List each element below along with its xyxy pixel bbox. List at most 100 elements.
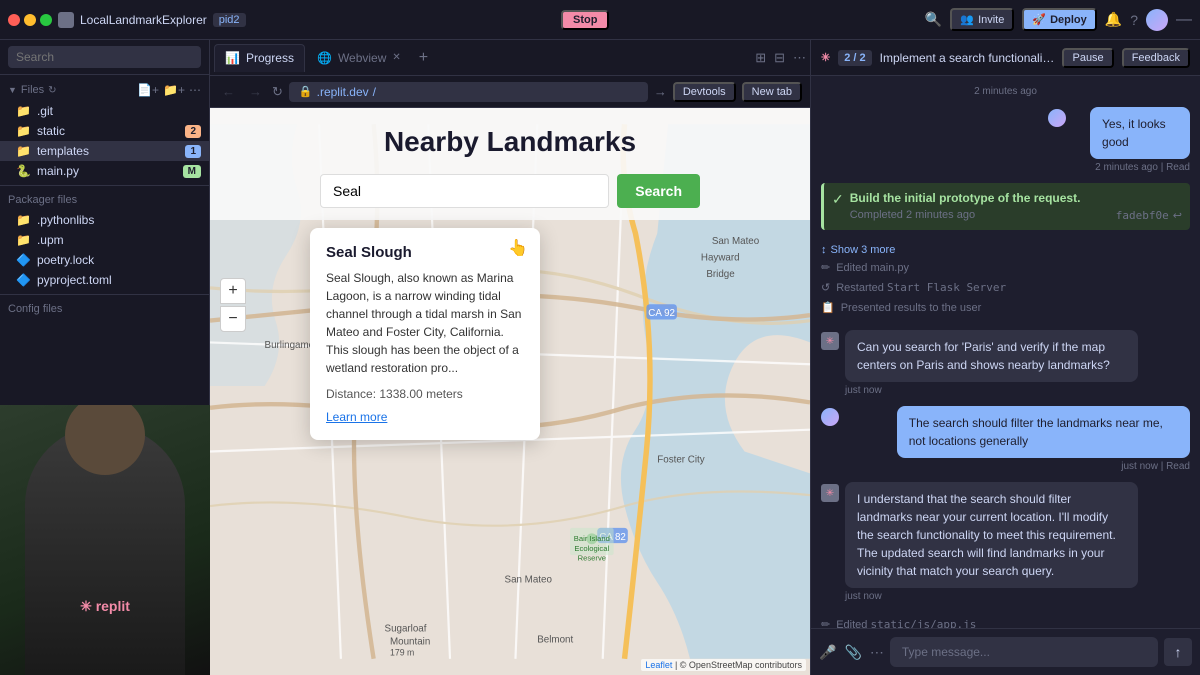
config-section: Config files — [0, 294, 209, 323]
popup-distance: Distance: 1338.00 meters — [326, 387, 524, 401]
action-item: ↺ Restarted Start Flask Server — [821, 279, 1190, 296]
minimize-btn[interactable] — [24, 14, 36, 26]
chat-meta: just now | Read — [1121, 461, 1190, 472]
leaflet-link[interactable]: Leaflet — [645, 660, 672, 670]
refresh-icon: ↻ — [48, 85, 56, 96]
svg-text:179 m: 179 m — [390, 648, 414, 658]
ai-avatar: ✳ — [821, 484, 839, 502]
file-item-upm[interactable]: 📁 .upm — [0, 230, 209, 250]
more-icon[interactable]: ⋯ — [870, 644, 884, 661]
svg-text:Mountain: Mountain — [390, 637, 430, 648]
pause-button[interactable]: Pause — [1062, 48, 1113, 68]
search-input[interactable] — [8, 46, 201, 68]
zoom-in-button[interactable]: + — [220, 278, 246, 304]
add-tab-icon[interactable]: + — [413, 49, 434, 67]
success-meta: Completed 2 minutes ago fadebf0e ↩ — [850, 209, 1182, 222]
file-name: .upm — [37, 233, 64, 247]
expand-icon: ↕ — [821, 244, 827, 256]
zoom-out-button[interactable]: − — [220, 306, 246, 332]
edit-icon: ✏ — [821, 261, 830, 274]
chat-row: The search should filter the landmarks n… — [821, 406, 1190, 472]
lock-icon: 🔷 — [16, 253, 31, 267]
maximize-btn[interactable] — [40, 14, 52, 26]
feedback-button[interactable]: Feedback — [1122, 48, 1190, 68]
stop-button[interactable]: Stop — [561, 10, 609, 30]
folder-icon: 📁 — [16, 144, 31, 158]
forward-button[interactable]: → — [245, 82, 266, 101]
svg-text:Bridge: Bridge — [706, 269, 735, 280]
file-item-git[interactable]: 📁 .git — [0, 101, 209, 121]
search-button[interactable]: Search — [617, 174, 700, 208]
avatar[interactable] — [1146, 9, 1168, 31]
replit-mini-icon: ✳ — [826, 336, 834, 347]
show-more-button[interactable]: ↕ Show 3 more — [821, 244, 1190, 256]
landmark-search-input[interactable] — [320, 174, 609, 208]
tab-webview[interactable]: 🌐 Webview ✕ — [307, 44, 411, 72]
svg-text:Belmont: Belmont — [537, 634, 573, 645]
undo-icon[interactable]: ↩ — [1173, 209, 1182, 222]
main-layout: ▼ Files ↻ 📄+ 📁+ ⋯ 📁 .git 📁 static 2 — [0, 40, 1200, 675]
file-item-templates[interactable]: 📁 templates 1 — [0, 141, 209, 161]
task-counter: 2 / 2 — [838, 50, 871, 66]
window-minimize-icon[interactable]: — — [1176, 11, 1192, 29]
files-header: ▼ Files ↻ 📄+ 📁+ ⋯ — [0, 79, 209, 101]
tabs-bar-icons: ⊞ ⊟ ⋯ — [755, 50, 806, 66]
add-folder-icon[interactable]: 📁+ — [163, 83, 185, 97]
toml-icon: 🔷 — [16, 273, 31, 287]
deploy-button[interactable]: 🚀 Deploy — [1022, 8, 1096, 31]
send-button[interactable]: ↑ — [1164, 638, 1192, 666]
layout-icon[interactable]: ⊟ — [774, 50, 785, 66]
replit-logo: ✳ replit — [80, 598, 130, 615]
tabs-bar: 📊 Progress 🌐 Webview ✕ + ⊞ ⊟ ⋯ — [210, 40, 810, 76]
osm-attribution: © OpenStreetMap contributors — [680, 660, 802, 670]
file-name: static — [37, 124, 65, 138]
more-icon[interactable]: ⋯ — [189, 83, 201, 97]
close-icon[interactable]: ✕ — [392, 52, 400, 63]
file-item-pyproject[interactable]: 🔷 pyproject.toml — [0, 270, 209, 290]
success-block: ✓ Build the initial prototype of the req… — [821, 183, 1190, 230]
tab-label: Webview — [338, 51, 386, 65]
svg-text:San Mateo: San Mateo — [712, 236, 760, 247]
notification-icon[interactable]: 🔔 — [1105, 11, 1122, 28]
file-name: .pythonlibs — [37, 213, 94, 227]
search-row: Search — [320, 174, 700, 208]
search-icon[interactable]: 🔍 — [925, 11, 942, 28]
more-icon[interactable]: ⋯ — [793, 50, 806, 66]
app-title: LocalLandmarkExplorer — [80, 13, 207, 27]
actions-block: ↕ Show 3 more ✏ Edited main.py ↺ Restart… — [821, 240, 1190, 320]
chat-input[interactable] — [890, 637, 1158, 667]
file-item-mainpy[interactable]: 🐍 main.py M — [0, 161, 209, 181]
forward-icon[interactable]: → — [654, 84, 667, 99]
popup-close-button[interactable]: 👆 — [508, 238, 528, 258]
invite-button[interactable]: 👥 Invite — [950, 8, 1014, 31]
refresh-button[interactable]: ↻ — [272, 84, 283, 100]
config-label: Config files — [0, 299, 209, 319]
success-title: Build the initial prototype of the reque… — [850, 191, 1182, 205]
url-bar[interactable]: 🔒 .replit.dev / — [289, 82, 648, 102]
ai-message: I understand that the search should filt… — [845, 482, 1138, 588]
file-item-pythonlibs[interactable]: 📁 .pythonlibs — [0, 210, 209, 230]
mic-icon[interactable]: 🎤 — [819, 644, 836, 661]
address-bar: ← → ↻ 🔒 .replit.dev / → Devtools New tab — [210, 76, 810, 108]
new-tab-button[interactable]: New tab — [742, 82, 802, 102]
popup-learn-more[interactable]: Learn more — [326, 410, 387, 424]
close-btn[interactable] — [8, 14, 20, 26]
add-file-icon[interactable]: 📄+ — [137, 83, 159, 97]
attach-icon[interactable]: 📎 — [844, 644, 861, 661]
file-name: pyproject.toml — [37, 273, 112, 287]
tab-progress[interactable]: 📊 Progress — [214, 44, 305, 72]
file-item-poetry[interactable]: 🔷 poetry.lock — [0, 250, 209, 270]
chat-input-icons: 🎤 📎 ⋯ — [819, 644, 884, 661]
chat-row: ✳ I understand that the search should fi… — [821, 482, 1190, 602]
file-item-static[interactable]: 📁 static 2 — [0, 121, 209, 141]
user-message: Yes, it looks good — [1090, 107, 1190, 159]
devtools-button[interactable]: Devtools — [673, 82, 736, 102]
help-icon[interactable]: ? — [1130, 12, 1138, 28]
split-icon[interactable]: ⊞ — [755, 50, 766, 66]
check-icon: ✓ — [832, 191, 844, 208]
right-panel: ✳ 2 / 2 Implement a search functionality… — [810, 40, 1200, 675]
invite-icon: 👥 — [960, 13, 974, 26]
action-item: ✏ Edited static/js/app.js — [821, 616, 1190, 628]
back-button[interactable]: ← — [218, 82, 239, 101]
files-label: Files — [21, 84, 44, 96]
